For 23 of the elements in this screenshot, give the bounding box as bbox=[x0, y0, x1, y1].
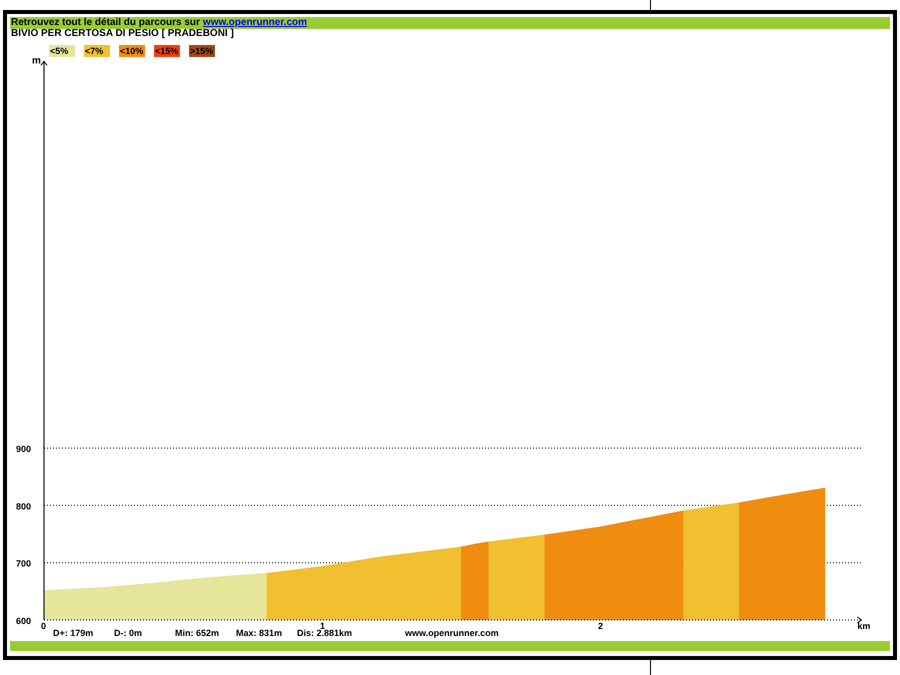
y-tick-label: 900 bbox=[16, 444, 32, 454]
x-tick-label: 0 bbox=[41, 621, 46, 631]
stat-text: Max: 831m bbox=[236, 628, 282, 638]
legend-item: <15% bbox=[154, 45, 180, 57]
stat-text: D-: 0m bbox=[114, 628, 142, 638]
legend-item: <5% bbox=[49, 45, 75, 57]
legend-item: <10% bbox=[119, 45, 145, 57]
x-axis-label: km bbox=[857, 621, 870, 631]
y-tick-label: 600 bbox=[16, 616, 32, 626]
footer-url: www.openrunner.com bbox=[405, 628, 499, 638]
y-axis-label: m bbox=[32, 58, 41, 66]
website-link[interactable]: www.openrunner.com bbox=[202, 17, 308, 29]
stat-text: Min: 652m bbox=[175, 628, 220, 638]
stat-text: Dis: 2.881km bbox=[297, 628, 352, 638]
header-text: Retrouvez tout le détail du parcours sur bbox=[11, 17, 200, 28]
legend-item: <7% bbox=[84, 45, 110, 57]
x-tick-label: 1 bbox=[320, 621, 326, 631]
x-tick-label: 2 bbox=[598, 621, 604, 631]
y-tick-label: 800 bbox=[16, 501, 32, 512]
y-tick-label: 700 bbox=[16, 558, 32, 569]
route-title: BIVIO PER CERTOSA DI PESIO [ PRADEBONI ] bbox=[10, 29, 234, 39]
stat-text: D+: 179m bbox=[53, 628, 94, 638]
legend-item: >15% bbox=[189, 45, 215, 57]
